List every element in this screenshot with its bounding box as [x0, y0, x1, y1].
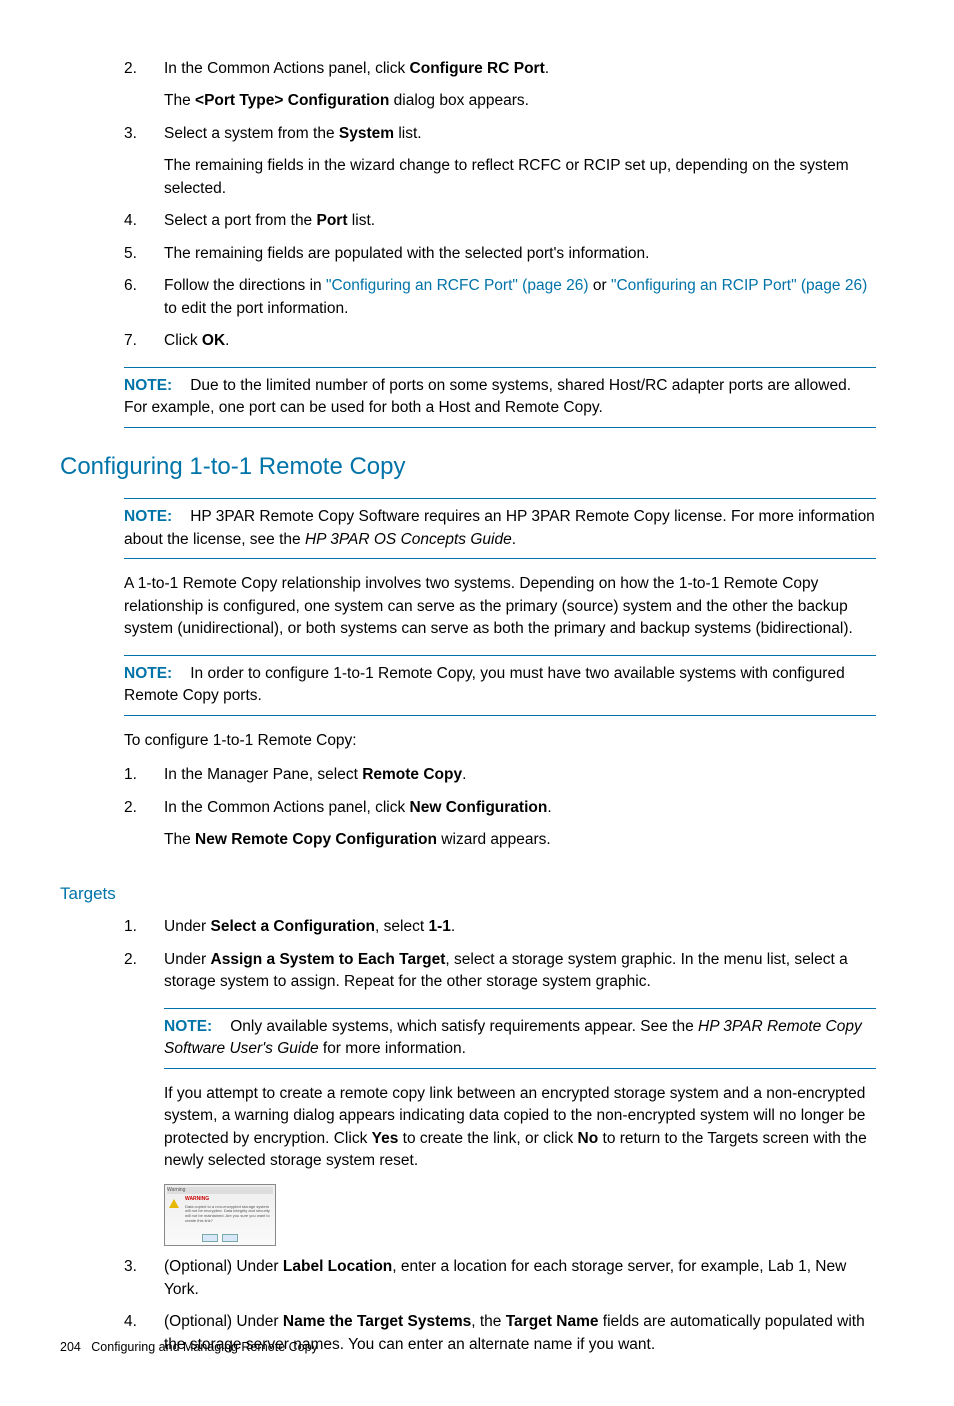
- list-item: 2. Under Assign a System to Each Target, …: [124, 949, 876, 994]
- list-item: 2. In the Common Actions panel, click New…: [124, 797, 876, 852]
- dialog-titlebar: Warning: [167, 1187, 273, 1194]
- step-line: Select a port from the Port list.: [164, 210, 876, 232]
- heading-targets: Targets: [60, 882, 876, 907]
- step-line: The remaining fields in the wizard chang…: [164, 155, 876, 200]
- step-line: In the Manager Pane, select Remote Copy.: [164, 764, 876, 786]
- step-line: The <Port Type> Configuration dialog box…: [164, 90, 876, 112]
- step-line: Select a system from the System list.: [164, 123, 876, 145]
- steps-configure-rc-port: 2. In the Common Actions panel, click Con…: [124, 58, 876, 353]
- para-1to1-desc: A 1-to-1 Remote Copy relationship involv…: [124, 573, 876, 640]
- step-number: 3.: [124, 123, 137, 145]
- list-item: 3. (Optional) Under Label Location, enter…: [124, 1256, 876, 1301]
- step-number: 1.: [124, 764, 137, 786]
- note-available-systems: NOTE:Only available systems, which satis…: [164, 1008, 876, 1069]
- note-shared-ports: NOTE:Due to the limited number of ports …: [124, 367, 876, 428]
- step-number: 2.: [124, 797, 137, 819]
- para-to-configure: To configure 1-to-1 Remote Copy:: [124, 730, 876, 752]
- dialog-yes-button[interactable]: [202, 1234, 218, 1242]
- warning-icon: [169, 1199, 179, 1208]
- step-number: 1.: [124, 916, 137, 938]
- list-item: 1. Under Select a Configuration, select 1…: [124, 916, 876, 938]
- page-number: 204: [60, 1340, 81, 1354]
- steps-targets: 1. Under Select a Configuration, select 1…: [124, 916, 876, 993]
- step-line: In the Common Actions panel, click New C…: [164, 797, 876, 819]
- heading-configuring-1to1: Configuring 1-to-1 Remote Copy: [60, 450, 876, 485]
- note-label: NOTE:: [164, 1018, 212, 1035]
- note-label: NOTE:: [124, 377, 172, 394]
- dialog-warn-label: WARNING: [185, 1196, 273, 1203]
- list-item: 5. The remaining fields are populated wit…: [124, 243, 876, 265]
- step-number: 4.: [124, 1311, 137, 1333]
- list-item: 3. Select a system from the System list. T…: [124, 123, 876, 200]
- step-number: 2.: [124, 949, 137, 971]
- list-item: 7. Click OK.: [124, 330, 876, 352]
- step-number: 7.: [124, 330, 137, 352]
- step-number: 5.: [124, 243, 137, 265]
- page-footer: 204 Configuring and Managing Remote Copy: [60, 1338, 318, 1356]
- note-text: HP 3PAR Remote Copy Software requires an…: [124, 508, 875, 547]
- step-line: The New Remote Copy Configuration wizard…: [164, 829, 876, 851]
- note-license: NOTE:HP 3PAR Remote Copy Software requir…: [124, 498, 876, 559]
- note-text: In order to configure 1-to-1 Remote Copy…: [124, 665, 845, 704]
- step-line: In the Common Actions panel, click Confi…: [164, 58, 876, 80]
- step-line: The remaining fields are populated with …: [164, 243, 876, 265]
- step-number: 6.: [124, 275, 137, 297]
- para-encryption-warning: If you attempt to create a remote copy l…: [164, 1083, 876, 1173]
- chapter-name: Configuring and Managing Remote Copy: [91, 1340, 318, 1354]
- dialog-no-button[interactable]: [222, 1234, 238, 1242]
- step-line: Under Assign a System to Each Target, se…: [164, 949, 876, 994]
- note-label: NOTE:: [124, 508, 172, 525]
- list-item: 6. Follow the directions in "Configuring …: [124, 275, 876, 320]
- list-item: 2. In the Common Actions panel, click Con…: [124, 58, 876, 113]
- step-line: Under Select a Configuration, select 1-1…: [164, 916, 876, 938]
- dialog-body: Data copied to a non-encrypted storage s…: [185, 1205, 273, 1224]
- note-text: Only available systems, which satisfy re…: [164, 1018, 862, 1057]
- note-text: Due to the limited number of ports on so…: [124, 377, 851, 416]
- step-line: Follow the directions in "Configuring an…: [164, 275, 876, 320]
- step-number: 3.: [124, 1256, 137, 1278]
- link[interactable]: "Configuring an RCIP Port" (page 26): [611, 277, 867, 294]
- list-item: 4. Select a port from the Port list.: [124, 210, 876, 232]
- link[interactable]: "Configuring an RCFC Port" (page 26): [326, 277, 589, 294]
- step-number: 4.: [124, 210, 137, 232]
- step-line: (Optional) Under Label Location, enter a…: [164, 1256, 876, 1301]
- step-number: 2.: [124, 58, 137, 80]
- note-two-systems: NOTE:In order to configure 1-to-1 Remote…: [124, 655, 876, 716]
- note-label: NOTE:: [124, 665, 172, 682]
- steps-configure-1to1: 1. In the Manager Pane, select Remote Cop…: [124, 764, 876, 851]
- step-line: Click OK.: [164, 330, 876, 352]
- warning-dialog-thumbnail: Warning WARNING Data copied to a non-enc…: [164, 1184, 276, 1246]
- list-item: 1. In the Manager Pane, select Remote Cop…: [124, 764, 876, 786]
